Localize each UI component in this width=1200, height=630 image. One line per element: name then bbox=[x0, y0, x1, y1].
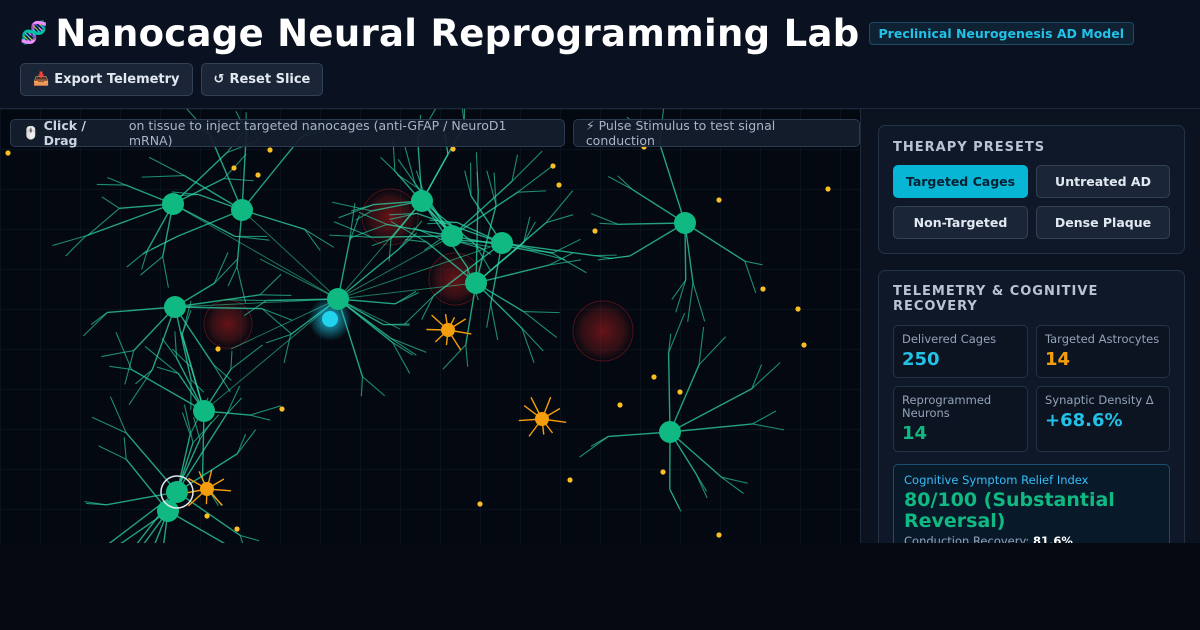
therapy-presets-panel: THERAPY PRESETS Targeted Cages Untreated… bbox=[878, 125, 1185, 254]
signal-pulse bbox=[322, 311, 338, 327]
nanocage-particle bbox=[215, 346, 221, 352]
pulse-stimulus-hint: ⚡ Pulse Stimulus to test signal conducti… bbox=[572, 118, 860, 148]
stat-grid: Delivered Cages 250 Targeted Astrocytes … bbox=[893, 325, 1170, 452]
stat-value: 250 bbox=[902, 349, 940, 370]
nanocage-particle bbox=[267, 147, 273, 153]
nanocage-particle bbox=[825, 186, 831, 192]
stat-value: 14 bbox=[1045, 349, 1071, 370]
neuron-soma bbox=[164, 296, 186, 318]
nanocage-particle bbox=[651, 374, 657, 380]
nanocage-particle bbox=[204, 513, 210, 519]
reset-icon: ↺ bbox=[213, 72, 225, 87]
nanocage-particle bbox=[617, 402, 623, 408]
stat-label: Targeted Astrocytes bbox=[1045, 332, 1160, 346]
click-drag-label: Click / Drag bbox=[43, 118, 86, 148]
dendrite-twig bbox=[224, 299, 267, 302]
stat-label: Delivered Cages bbox=[902, 332, 997, 346]
stat-label: Synaptic Density Δ bbox=[1045, 393, 1154, 407]
neuron-soma bbox=[193, 400, 215, 422]
app-header: 🧬 Nanocage Neural Reprogramming Lab Prec… bbox=[0, 0, 1200, 109]
tissue-canvas[interactable]: 🖱️ Click / Drag on tissue to inject targ… bbox=[0, 109, 860, 543]
nanocage-particle bbox=[234, 526, 240, 532]
conduction-recovery-label: Conduction Recovery: bbox=[904, 534, 1030, 543]
neuron-soma bbox=[327, 288, 349, 310]
export-telemetry-label: Export Telemetry bbox=[54, 72, 180, 87]
stat-synaptic-density: Synaptic Density Δ +68.6% bbox=[1036, 386, 1170, 452]
nanocage-particle bbox=[231, 165, 237, 171]
nanocage-particle bbox=[716, 532, 722, 538]
therapy-presets-title: THERAPY PRESETS bbox=[893, 140, 1046, 155]
reset-slice-button[interactable]: ↺ Reset Slice bbox=[200, 63, 324, 96]
telemetry-panel: TELEMETRY & COGNITIVE RECOVERY Delivered… bbox=[878, 270, 1185, 543]
nanocage-particle bbox=[677, 389, 683, 395]
stat-delivered-cages: Delivered Cages 250 bbox=[893, 325, 1028, 378]
neuron-soma bbox=[411, 190, 433, 212]
nanocage-particle bbox=[592, 228, 598, 234]
stat-label: Reprogrammed Neurons bbox=[902, 393, 992, 420]
dendrite-twig bbox=[96, 183, 126, 186]
nanocage-particle bbox=[760, 286, 766, 292]
export-telemetry-button[interactable]: 📥 Export Telemetry bbox=[20, 63, 193, 96]
nanocage-particle bbox=[556, 182, 562, 188]
title-row: 🧬 Nanocage Neural Reprogramming Lab Prec… bbox=[20, 12, 1135, 55]
preset-untreated-ad-button[interactable]: Untreated AD bbox=[1036, 165, 1170, 198]
stat-reprogrammed-neurons: Reprogrammed Neurons 14 bbox=[893, 386, 1028, 452]
neuron-soma bbox=[231, 199, 253, 221]
model-badge: Preclinical Neurogenesis AD Model bbox=[868, 22, 1135, 45]
astrocyte-body bbox=[535, 412, 549, 426]
neuron-soma bbox=[157, 500, 179, 522]
mouse-icon: 🖱️ bbox=[23, 125, 39, 140]
nanocage-particle bbox=[660, 469, 666, 475]
nanocage-particle bbox=[255, 172, 261, 178]
grid-background bbox=[0, 109, 860, 543]
nanocage-particle bbox=[567, 477, 573, 483]
click-drag-text: on tissue to inject targeted nanocages (… bbox=[128, 118, 507, 148]
dna-icon: 🧬 bbox=[20, 21, 48, 46]
preset-non-targeted-button[interactable]: Non-Targeted bbox=[893, 206, 1028, 239]
stat-value: +68.6% bbox=[1045, 410, 1123, 431]
nanocage-particle bbox=[801, 342, 807, 348]
neuron-soma bbox=[465, 272, 487, 294]
dendrite-twig bbox=[259, 294, 292, 296]
reset-slice-label: Reset Slice bbox=[229, 72, 311, 87]
preset-targeted-cages-button[interactable]: Targeted Cages bbox=[893, 165, 1028, 198]
preset-dense-plaque-button[interactable]: Dense Plaque bbox=[1036, 206, 1170, 239]
telemetry-title: TELEMETRY & COGNITIVE RECOVERY bbox=[893, 284, 1099, 314]
nanocage-particle bbox=[550, 163, 556, 169]
click-drag-hint: 🖱️ Click / Drag on tissue to inject targ… bbox=[10, 118, 565, 148]
cognitive-relief-card: Cognitive Symptom Relief Index 80/100 (S… bbox=[893, 464, 1170, 543]
nanocage-particle bbox=[279, 406, 285, 412]
astrocyte-body bbox=[441, 323, 455, 337]
dendrite-twig bbox=[383, 323, 410, 326]
neuron-soma bbox=[491, 232, 513, 254]
nanocage-particle bbox=[5, 150, 11, 156]
control-sidebar: THERAPY PRESETS Targeted Cages Untreated… bbox=[860, 109, 1200, 543]
nanocage-particle bbox=[477, 501, 483, 507]
neuron-soma bbox=[659, 421, 681, 443]
nanocage-particle bbox=[795, 306, 801, 312]
nanocage-particle bbox=[716, 197, 722, 203]
neuron-soma bbox=[162, 193, 184, 215]
neuron-soma bbox=[166, 481, 188, 503]
bottom-strip bbox=[0, 543, 1200, 630]
relief-index-value: 80/100 (Substantial Reversal) bbox=[904, 489, 1115, 532]
relief-index-label: Cognitive Symptom Relief Index bbox=[904, 473, 1089, 487]
stat-targeted-astrocytes: Targeted Astrocytes 14 bbox=[1036, 325, 1170, 378]
neuron-soma bbox=[441, 225, 463, 247]
conduction-recovery-value: 81.6% bbox=[1032, 534, 1073, 543]
amyloid-plaque bbox=[572, 300, 634, 362]
pulse-stimulus-text: ⚡ Pulse Stimulus to test signal conducti… bbox=[585, 118, 776, 148]
page-title: Nanocage Neural Reprogramming Lab bbox=[55, 12, 860, 55]
inbox-tray-icon: 📥 bbox=[33, 72, 50, 87]
preset-grid: Targeted Cages Untreated AD Non-Targeted… bbox=[893, 165, 1170, 239]
stat-value: 14 bbox=[902, 423, 928, 444]
tissue-svg[interactable] bbox=[0, 109, 860, 543]
astrocyte-body bbox=[200, 482, 214, 496]
neuron-soma bbox=[674, 212, 696, 234]
conduction-recovery: Conduction Recovery: 81.6% bbox=[904, 534, 1159, 543]
hint-row: 🖱️ Click / Drag on tissue to inject targ… bbox=[10, 118, 860, 148]
toolbar: 📥 Export Telemetry ↺ Reset Slice bbox=[20, 63, 324, 96]
